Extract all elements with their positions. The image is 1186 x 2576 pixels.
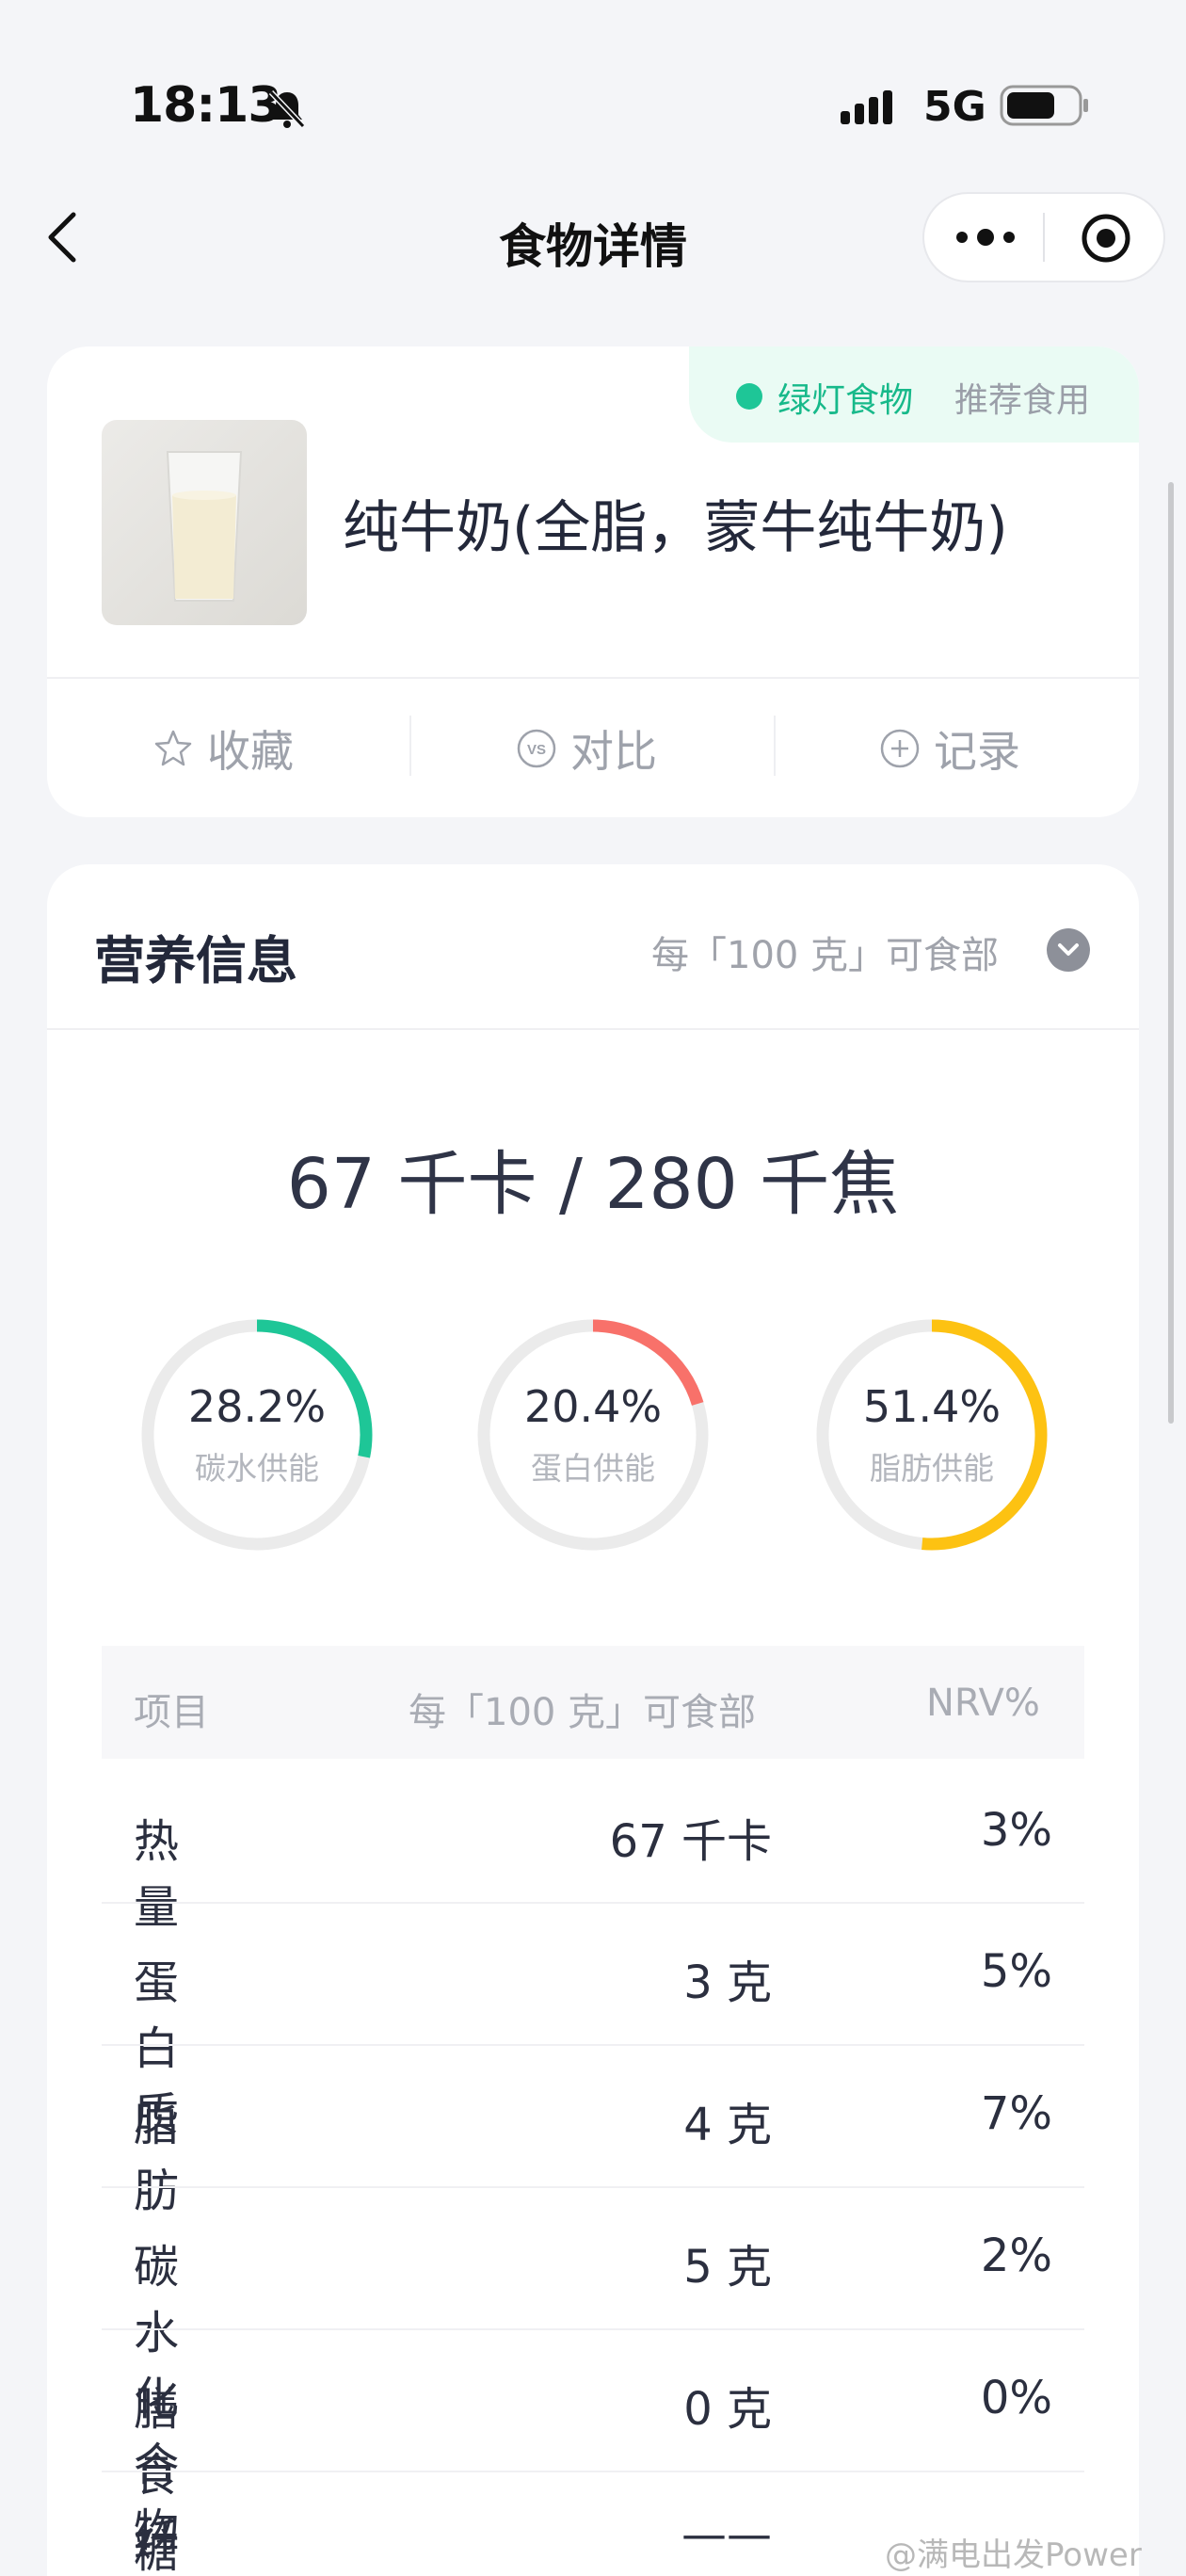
food-name: 纯牛奶(全脂，蒙牛纯牛奶) [343,495,1008,561]
compare-button[interactable]: VS 对比 [516,716,657,781]
row-nrv: 7% [980,2087,1052,2140]
action-divider [409,716,411,776]
signal-icon [841,90,892,124]
energy-summary: 67 千卡 / 280 千焦 [286,1144,900,1225]
row-divider [102,2328,1084,2330]
fat-ring-chart [816,1319,1048,1551]
row-value: 5 克 [683,2241,772,2294]
row-divider [102,2044,1084,2046]
protein-percent: 20.4% [523,1381,663,1432]
watermark: @满电出发Power [885,2536,1142,2574]
row-divider [102,2471,1084,2472]
row-nrv: 5% [980,1945,1052,1998]
food-image [102,420,307,625]
row-divider [102,2186,1084,2188]
action-divider [774,716,776,776]
record-label: 记录 [934,726,1020,777]
header-item: 项目 [134,1691,209,1734]
favorite-button[interactable]: 收藏 [152,716,294,781]
target-circle-icon[interactable] [1077,209,1135,267]
favorite-label: 收藏 [207,726,294,777]
milk-glass-icon [166,451,243,602]
more-dots-icon[interactable] [951,211,1020,264]
fat-percent: 51.4% [862,1381,1002,1432]
nutrition-divider [47,1028,1139,1030]
vs-icon: VS [517,729,556,768]
status-time: 18:13 [130,77,282,134]
battery-icon [1000,85,1088,126]
row-value: 3 克 [683,1956,772,2009]
compare-label: 对比 [570,726,657,777]
protein-ring: 20.4% 蛋白供能 [470,1312,716,1558]
row-value: —— [681,2508,772,2561]
row-nrv: 2% [980,2230,1052,2282]
record-button[interactable]: 记录 [879,716,1020,781]
carb-label: 碳水供能 [195,1450,319,1487]
protein-label: 蛋白供能 [531,1450,655,1487]
row-divider [102,1902,1084,1904]
scrollbar[interactable] [1168,482,1174,1424]
nutrition-title: 营养信息 [94,931,297,990]
header-per-100g: 每「100 克」可食部 [409,1691,757,1734]
badge-note: 推荐食用 [954,381,1091,420]
bell-muted-icon [268,89,306,129]
protein-ring-chart [477,1319,709,1551]
row-nrv: 0% [980,2372,1052,2424]
row-value: 0 克 [683,2383,772,2436]
star-icon [154,730,192,766]
row-nrv: 3% [980,1804,1052,1857]
fat-label: 脂肪供能 [870,1450,994,1487]
network-label: 5G [923,83,986,131]
green-dot-icon [736,383,762,410]
row-value: 4 克 [683,2099,772,2151]
card-divider [47,677,1139,679]
unit-selector[interactable]: 每「100 克」可食部 [651,925,999,979]
capsule-divider [1043,213,1045,262]
plus-circle-icon [880,729,920,768]
header-nrv: NRV% [926,1682,1040,1725]
carb-ring-chart [141,1319,373,1551]
row-value: 67 千卡 [609,1815,772,1868]
badge-label: 绿灯食物 [777,381,914,420]
carb-percent: 28.2% [187,1381,327,1432]
chevron-down-icon[interactable] [1047,928,1090,972]
fat-ring: 51.4% 脂肪供能 [809,1312,1055,1558]
carb-ring: 28.2% 碳水供能 [134,1312,380,1558]
svg-text:VS: VS [527,742,546,758]
